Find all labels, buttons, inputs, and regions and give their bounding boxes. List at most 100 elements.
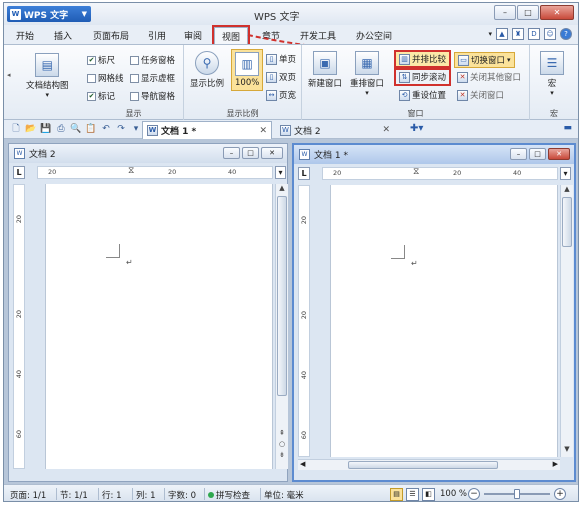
- checkbox-task-pane[interactable]: 任务窗格: [130, 54, 175, 66]
- spell-check-toggle[interactable]: 拼写检查: [208, 489, 250, 501]
- vertical-scrollbar[interactable]: ▲ ⇞ ○ ⇟: [275, 184, 288, 469]
- zoom-100-button[interactable]: ▥ 100%: [231, 49, 264, 91]
- web-view-icon[interactable]: ◧: [422, 488, 435, 501]
- paste-icon[interactable]: 📋: [85, 123, 97, 135]
- next-page-icon[interactable]: ⇟: [276, 451, 288, 461]
- side-by-side-button[interactable]: ▥ 并排比较: [393, 50, 452, 68]
- app-menu-button[interactable]: W WPS 文字 ▼: [7, 6, 91, 22]
- open-folder-icon[interactable]: 📂: [25, 123, 37, 135]
- checkbox-marks[interactable]: ✔ 标记: [87, 90, 115, 102]
- document-icon[interactable]: D: [528, 28, 540, 40]
- tab-list-icon[interactable]: ▬: [563, 123, 572, 133]
- zoom-slider-thumb[interactable]: [514, 489, 520, 499]
- checkbox-nav-pane[interactable]: 导航窗格: [130, 90, 175, 102]
- prev-page-icon[interactable]: ⇞: [276, 429, 288, 439]
- new-doc-icon[interactable]: 🗋: [10, 123, 22, 135]
- pane-close-button[interactable]: ✕: [548, 148, 570, 160]
- zoom-out-icon[interactable]: −: [468, 488, 480, 500]
- page-view-icon[interactable]: ▤: [390, 488, 403, 501]
- tab-review[interactable]: 审阅: [178, 27, 208, 44]
- save-icon[interactable]: 💾: [40, 123, 52, 135]
- reset-position-button[interactable]: ⟲ 重设位置: [399, 89, 446, 101]
- status-section[interactable]: 节: 1/1: [60, 489, 88, 501]
- checkbox-show-frame[interactable]: 显示虚框: [130, 72, 175, 84]
- doc-tab-2-close-icon[interactable]: ✕: [382, 125, 390, 135]
- macro-button[interactable]: ☰ 宏 ▾: [540, 51, 564, 97]
- collapse-ribbon-icon[interactable]: ▲: [496, 28, 508, 40]
- switch-window-button[interactable]: ▭ 切换窗口 ▾: [454, 52, 515, 68]
- help-icon[interactable]: ?: [560, 28, 572, 40]
- minimize-button[interactable]: –: [494, 5, 516, 20]
- pane-minimize-button[interactable]: –: [223, 147, 240, 159]
- close-others-button[interactable]: ✕ 关闭其他窗口: [457, 71, 521, 83]
- vertical-ruler[interactable]: 20 20 40 60: [13, 184, 25, 469]
- scroll-left-icon[interactable]: ◀: [300, 460, 305, 468]
- scroll-down-icon[interactable]: ▼: [561, 445, 573, 455]
- status-word-count[interactable]: 字数: 0: [168, 489, 196, 501]
- checkbox-ruler[interactable]: ✔ 标尺: [87, 54, 115, 66]
- zoom-level[interactable]: 100 %: [440, 489, 467, 499]
- zoom-in-icon[interactable]: +: [554, 488, 566, 500]
- tab-stop-selector[interactable]: L: [298, 167, 310, 180]
- doc-structure-button[interactable]: ▤ 文档结构图 ▾: [26, 53, 69, 99]
- vertical-scrollbar[interactable]: ▲ ▼: [560, 185, 573, 457]
- undo-icon[interactable]: ↶: [100, 123, 112, 135]
- user-icon[interactable]: ☺: [544, 28, 556, 40]
- pane-document-2[interactable]: W 文档 2 – □ ✕ L 20 ⧖ 20 40 ▾ 20 20 40 60: [8, 143, 288, 482]
- two-pages-button[interactable]: ▯ 双页: [266, 71, 296, 83]
- status-page[interactable]: 页面: 1/1: [10, 489, 46, 501]
- sync-scroll-button[interactable]: ⇅ 同步滚动: [393, 68, 452, 86]
- tab-references[interactable]: 引用: [142, 27, 172, 44]
- arrange-button[interactable]: ▦ 重排窗口 ▾: [350, 51, 384, 97]
- zoom-button[interactable]: ⚲ 显示比例: [190, 51, 224, 89]
- redo-icon[interactable]: ↷: [115, 123, 127, 135]
- status-column[interactable]: 列: 1: [136, 489, 155, 501]
- indent-marker-icon[interactable]: ⧖: [413, 167, 419, 177]
- horizontal-ruler[interactable]: 20 ⧖ 20 40: [322, 167, 558, 180]
- horizontal-scrollbar[interactable]: ◀ ▶: [298, 459, 560, 470]
- horizontal-ruler[interactable]: 20 ⧖ 20 40: [37, 166, 273, 179]
- ribbon-scroll-left-icon[interactable]: ◂: [7, 71, 11, 79]
- scroll-thumb[interactable]: [277, 196, 287, 396]
- close-window-button[interactable]: ✕ 关闭窗口: [457, 89, 504, 101]
- tab-start[interactable]: 开始: [10, 27, 40, 44]
- status-line[interactable]: 行: 1: [102, 489, 121, 501]
- tab-page-layout[interactable]: 页面布局: [88, 27, 134, 44]
- scroll-thumb[interactable]: [562, 197, 572, 247]
- select-browse-icon[interactable]: ○: [276, 440, 288, 450]
- document-page[interactable]: ↵: [45, 184, 273, 469]
- tab-stop-selector[interactable]: L: [13, 166, 25, 179]
- scroll-up-icon[interactable]: ▲: [276, 184, 288, 194]
- new-window-button[interactable]: ▣ 新建窗口: [308, 51, 342, 89]
- tab-developer[interactable]: 开发工具: [294, 27, 342, 44]
- skin-icon[interactable]: ♜: [512, 28, 524, 40]
- customize-arrow-icon[interactable]: ▾: [130, 123, 142, 135]
- tab-chapter[interactable]: 章节: [256, 27, 286, 44]
- doc-tab-1[interactable]: W 文档 1 * ✕: [142, 121, 272, 139]
- single-page-button[interactable]: ▯ 单页: [266, 53, 296, 65]
- tab-insert[interactable]: 插入: [48, 27, 78, 44]
- pane-maximize-button[interactable]: □: [529, 148, 546, 160]
- hscroll-thumb[interactable]: [348, 461, 498, 469]
- document-page[interactable]: ↵: [330, 185, 558, 457]
- page-width-button[interactable]: ↔ 页宽: [266, 89, 296, 101]
- print-icon[interactable]: ⎙: [55, 123, 67, 135]
- tab-office-space[interactable]: 办公空间: [350, 27, 398, 44]
- doc-tab-2[interactable]: W 文档 2 ✕: [276, 121, 406, 139]
- close-button[interactable]: ✕: [540, 5, 574, 20]
- ribbon-options-arrow-icon[interactable]: ▾: [488, 30, 492, 38]
- ruler-toggle-icon[interactable]: ▾: [560, 167, 571, 180]
- checkbox-gridlines[interactable]: 网格线: [87, 72, 124, 84]
- doc-tab-1-close-icon[interactable]: ✕: [259, 126, 267, 136]
- ruler-toggle-icon[interactable]: ▾: [275, 166, 286, 179]
- pane-minimize-button[interactable]: –: [510, 148, 527, 160]
- tab-view[interactable]: 视图: [212, 25, 250, 46]
- outline-view-icon[interactable]: ☰: [406, 488, 419, 501]
- indent-marker-icon[interactable]: ⧖: [128, 166, 134, 176]
- status-unit[interactable]: 单位: 毫米: [264, 489, 304, 501]
- pane-document-1[interactable]: W 文档 1 * – □ ✕ L 20 ⧖ 20 40 ▾ 20 20 40 6…: [292, 143, 576, 482]
- pane-maximize-button[interactable]: □: [242, 147, 259, 159]
- scroll-right-icon[interactable]: ▶: [553, 460, 558, 468]
- scroll-up-icon[interactable]: ▲: [561, 185, 573, 195]
- vertical-ruler[interactable]: 20 20 40 60: [298, 185, 310, 457]
